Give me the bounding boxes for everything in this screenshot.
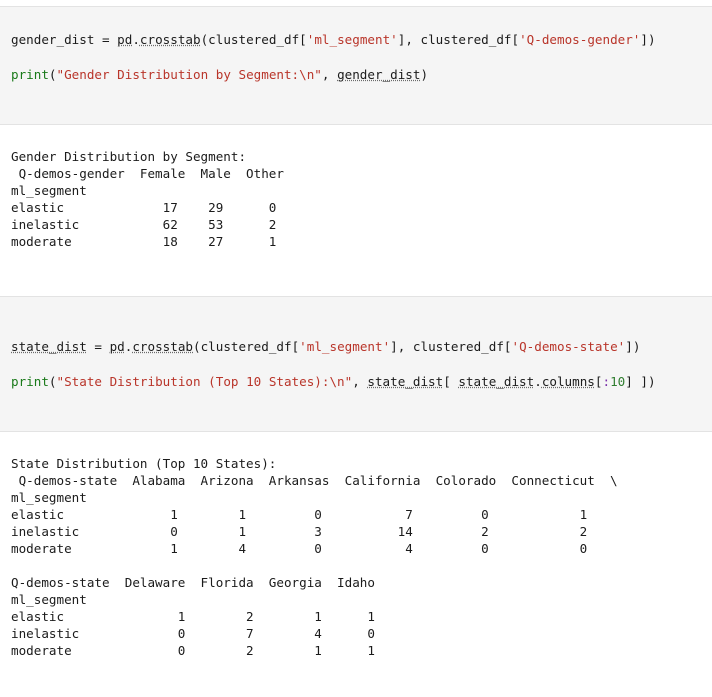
module: pd (109, 339, 125, 354)
output-line: moderate 0 2 1 1 (11, 643, 375, 658)
code-line: gender_dist = pd.crosstab(clustered_df['… (11, 32, 656, 47)
output-line: State Distribution (Top 10 States): (11, 456, 277, 471)
variable: state_dist (367, 374, 444, 389)
string-literal: 'ml_segment' (299, 339, 391, 354)
string-literal: 'ml_segment' (306, 32, 398, 47)
variable: gender_dist (337, 67, 421, 82)
code-cell-gender[interactable]: gender_dist = pd.crosstab(clustered_df['… (0, 6, 712, 125)
builtin-print: print (11, 67, 49, 82)
function: crosstab (132, 339, 194, 354)
code-line: print("State Distribution (Top 10 States… (11, 374, 656, 389)
output-line: inelastic 0 1 3 14 2 2 (11, 524, 588, 539)
output-line: ml_segment (11, 183, 87, 198)
module: pd (117, 32, 133, 47)
string-literal: "Gender Distribution by Segment:\n" (56, 67, 322, 82)
output-line: inelastic 62 53 2 (11, 217, 277, 232)
output-cell-gender: Gender Distribution by Segment: Q-demos-… (0, 125, 712, 288)
output-line: ml_segment (11, 490, 87, 505)
variable: gender_dist (11, 32, 95, 47)
code-line: print("Gender Distribution by Segment:\n… (11, 67, 429, 82)
output-line: Q-demos-state Delaware Florida Georgia I… (11, 575, 375, 590)
output-line: inelastic 0 7 4 0 (11, 626, 375, 641)
attribute: columns (541, 374, 595, 389)
variable: state_dist (458, 374, 535, 389)
output-line: moderate 18 27 1 (11, 234, 277, 249)
output-line: moderate 1 4 0 4 0 0 (11, 541, 588, 556)
output-line: Gender Distribution by Segment: (11, 149, 247, 164)
code-cell-state[interactable]: state_dist = pd.crosstab(clustered_df['m… (0, 296, 712, 432)
string-literal: "State Distribution (Top 10 States):\n" (56, 374, 353, 389)
function: crosstab (139, 32, 201, 47)
output-line: elastic 17 29 0 (11, 200, 277, 215)
string-literal: 'Q-demos-gender' (519, 32, 641, 47)
string-literal: 'Q-demos-state' (511, 339, 626, 354)
number-literal: 10 (610, 374, 626, 389)
slice-colon: : (602, 374, 611, 389)
notebook: gender_dist = pd.crosstab(clustered_df['… (0, 6, 712, 697)
code-line: state_dist = pd.crosstab(clustered_df['m… (11, 339, 641, 354)
output-line: elastic 1 2 1 1 (11, 609, 375, 624)
output-line: Q-demos-state Alabama Arizona Arkansas C… (11, 473, 618, 488)
variable: state_dist (11, 339, 87, 354)
builtin-print: print (11, 374, 49, 389)
output-cell-state: State Distribution (Top 10 States): Q-de… (0, 432, 712, 697)
output-line: Q-demos-gender Female Male Other (11, 166, 284, 181)
output-line: elastic 1 1 0 7 0 1 (11, 507, 588, 522)
output-line: ml_segment (11, 592, 87, 607)
